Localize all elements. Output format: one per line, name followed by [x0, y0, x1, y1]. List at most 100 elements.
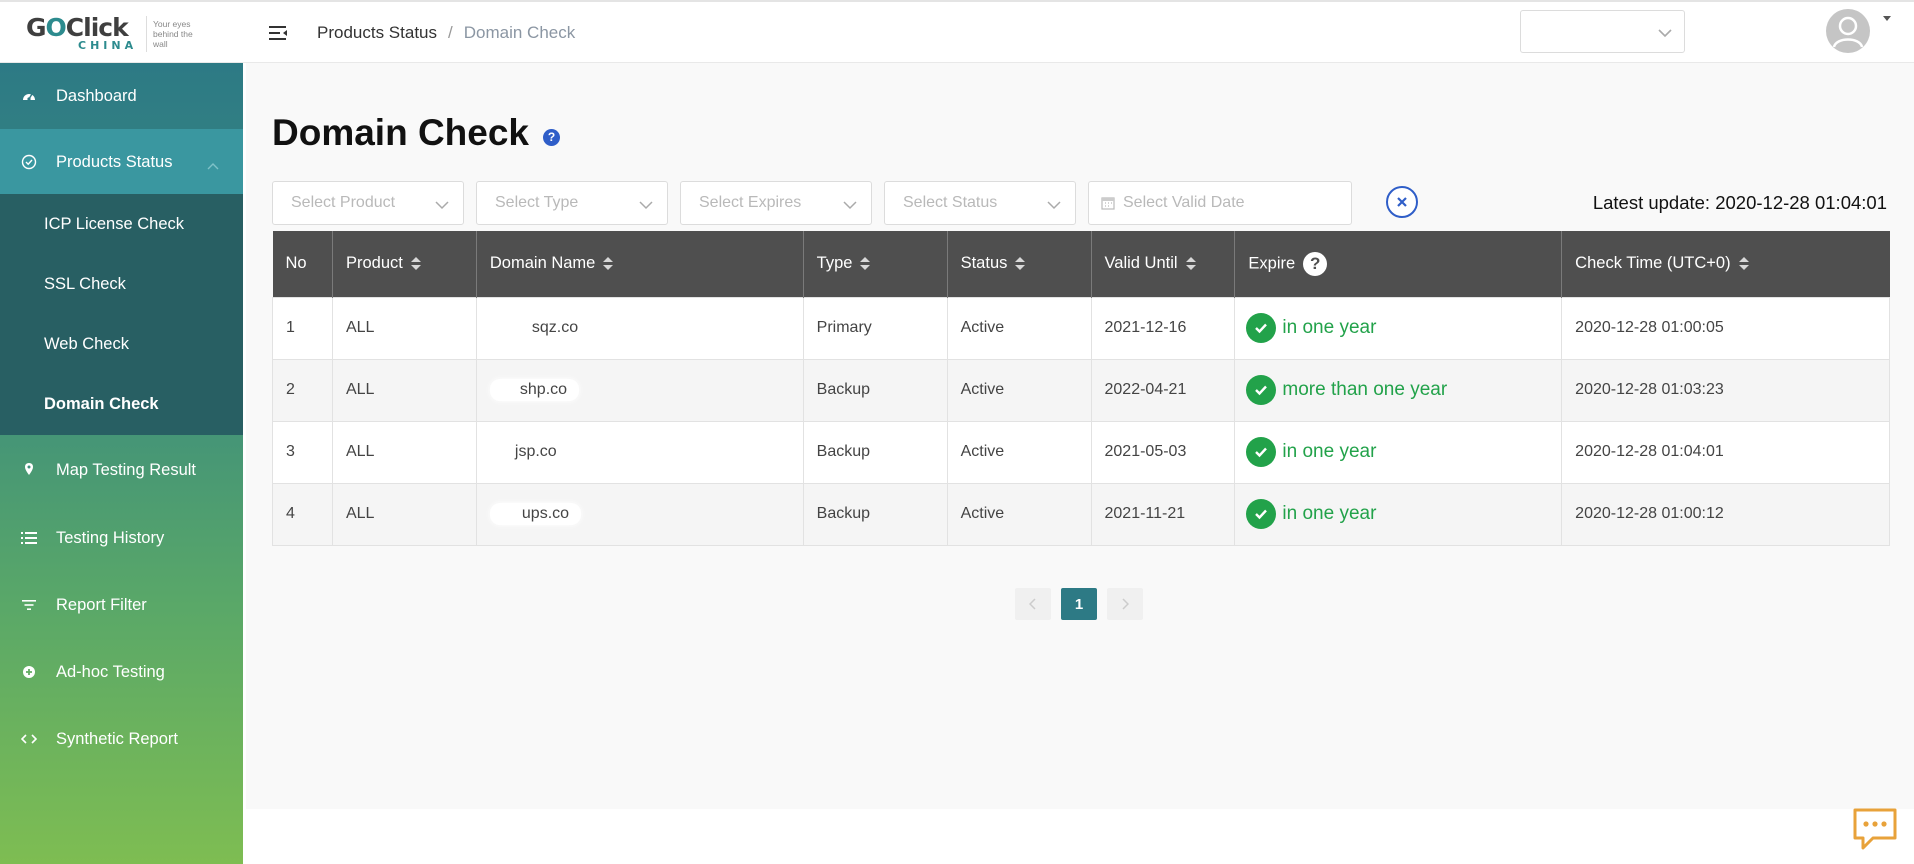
- column-header-product[interactable]: Product: [332, 231, 477, 297]
- select-status[interactable]: Select Status: [884, 181, 1076, 225]
- expire-text: more than one year: [1282, 379, 1448, 400]
- filter-icon: [21, 597, 37, 613]
- sidebar-item-label: Dashboard: [56, 86, 137, 105]
- logo-tagline: Your eyes behind the wall: [153, 19, 193, 49]
- sort-icon[interactable]: [1185, 256, 1196, 271]
- cell-status: Active: [946, 482, 1092, 546]
- chevron-down-icon: [1047, 197, 1061, 215]
- sort-icon[interactable]: [1738, 256, 1749, 271]
- map-pin-icon: [21, 462, 37, 478]
- column-header-domain-name[interactable]: Domain Name: [476, 231, 804, 297]
- cell-no: 2: [272, 358, 333, 422]
- clear-filters-button[interactable]: [1386, 186, 1418, 218]
- column-header-status[interactable]: Status: [947, 231, 1092, 297]
- domain-name: ups.co: [489, 503, 582, 525]
- check-icon: [1246, 313, 1277, 343]
- sidebar-item-testing-history[interactable]: Testing History: [0, 505, 243, 571]
- sidebar-item-dashboard[interactable]: Dashboard: [0, 63, 243, 129]
- expire-text: in one year: [1282, 503, 1377, 524]
- table-row: 1 ALL sqz.co Primary Active 2021-12-16 i…: [272, 296, 1890, 360]
- code-icon: [21, 731, 37, 747]
- sidebar-item-label: Ad-hoc Testing: [56, 662, 165, 681]
- cell-product: ALL: [331, 358, 477, 422]
- calendar-icon: [1101, 196, 1115, 210]
- logo-word-click: Click: [65, 13, 129, 42]
- table-row: 4 ALL ups.co Backup Active 2021-11-21 in…: [272, 482, 1890, 546]
- column-header-type[interactable]: Type: [803, 231, 948, 297]
- logo[interactable]: GOClick CHINA Your eyes behind the wall: [26, 13, 226, 54]
- page-title: Domain Check ?: [272, 112, 561, 154]
- sort-icon[interactable]: [603, 256, 614, 271]
- sidebar-item-label: Synthetic Report: [56, 729, 178, 748]
- cell-product: ALL: [331, 482, 477, 546]
- select-valid-date[interactable]: Select Valid Date: [1088, 181, 1352, 225]
- page-button-current[interactable]: 1: [1061, 588, 1097, 620]
- menu-toggle-icon[interactable]: [268, 23, 288, 43]
- table-header-row: No Product Domain Name Type Status Valid…: [272, 231, 1890, 297]
- column-header-label: Status: [960, 254, 1008, 273]
- cell-expire: in one year: [1234, 296, 1563, 360]
- chevron-up-icon: [207, 156, 219, 175]
- products-status-submenu: ICP License Check SSL Check Web Check Do…: [0, 194, 243, 435]
- cell-type: Backup: [802, 420, 948, 484]
- cell-domain: shp.co: [475, 358, 804, 422]
- column-header-label: Expire: [1248, 254, 1296, 273]
- user-icon: [1832, 16, 1864, 48]
- table-row: 2 ALL shp.co Backup Active 2022-04-21 mo…: [272, 358, 1890, 422]
- chevron-down-icon: [843, 197, 857, 215]
- column-header-check-time[interactable]: Check Time (UTC+0): [1561, 231, 1890, 297]
- cell-valid-until: 2022-04-21: [1090, 358, 1236, 422]
- sort-icon[interactable]: [860, 256, 871, 271]
- sidebar-item-ssl-check[interactable]: SSL Check: [0, 254, 243, 314]
- sidebar-item-domain-check[interactable]: Domain Check: [0, 374, 243, 434]
- cell-type: Primary: [802, 296, 948, 360]
- sidebar-item-report-filter[interactable]: Report Filter: [0, 572, 243, 638]
- cell-domain: ups.co: [475, 482, 804, 546]
- cell-no: 1: [272, 296, 333, 360]
- page-title-text: Domain Check: [272, 112, 530, 153]
- cell-expire: in one year: [1234, 482, 1563, 546]
- domain-name: shp.co: [489, 379, 580, 401]
- cell-check-time: 2020-12-28 01:00:12: [1561, 482, 1890, 546]
- column-header-valid-until[interactable]: Valid Until: [1091, 231, 1236, 297]
- help-icon[interactable]: ?: [1303, 251, 1328, 276]
- header-select[interactable]: [1520, 10, 1685, 53]
- cell-product: ALL: [331, 296, 477, 360]
- chevron-down-icon: [435, 197, 449, 215]
- select-type[interactable]: Select Type: [476, 181, 668, 225]
- avatar[interactable]: [1826, 9, 1870, 53]
- sidebar-item-synthetic-report[interactable]: Synthetic Report: [0, 706, 243, 772]
- next-page-button[interactable]: [1107, 588, 1143, 620]
- cell-no: 4: [272, 482, 333, 546]
- chat-icon[interactable]: [1851, 806, 1899, 852]
- check-icon: [1246, 499, 1277, 529]
- logo-subtitle: CHINA: [78, 39, 138, 52]
- cell-domain: jsp.co: [475, 420, 804, 484]
- sidebar-item-web-check[interactable]: Web Check: [0, 314, 243, 374]
- sort-icon[interactable]: [1015, 256, 1026, 271]
- help-icon[interactable]: ?: [543, 128, 561, 146]
- select-expires[interactable]: Select Expires: [680, 181, 872, 225]
- prev-page-button[interactable]: [1015, 588, 1051, 620]
- column-header-label: Valid Until: [1104, 254, 1178, 273]
- table-row: 3 ALL jsp.co Backup Active 2021-05-03 in…: [272, 420, 1890, 484]
- column-header-label: Product: [345, 254, 403, 273]
- expire-text: in one year: [1282, 441, 1377, 462]
- sidebar-item-label: Web Check: [44, 334, 129, 353]
- sidebar-item-ad-hoc-testing[interactable]: Ad-hoc Testing: [0, 639, 243, 705]
- cell-no: 3: [272, 420, 333, 484]
- sidebar-item-map-testing-result[interactable]: Map Testing Result: [0, 437, 243, 503]
- breadcrumb-current: Domain Check: [463, 23, 576, 42]
- sidebar-item-icp-license-check[interactable]: ICP License Check: [0, 194, 243, 254]
- breadcrumb-products-status[interactable]: Products Status: [317, 23, 437, 43]
- sidebar-item-products-status[interactable]: Products Status: [0, 129, 243, 195]
- select-product[interactable]: Select Product: [272, 181, 464, 225]
- logo-letter-g: G: [26, 13, 47, 42]
- domain-name: jsp.co: [514, 443, 557, 460]
- cell-check-time: 2020-12-28 01:03:23: [1561, 358, 1890, 422]
- column-header-no: No: [272, 231, 333, 297]
- latest-update: Latest update: 2020-12-28 01:04:01: [1592, 192, 1887, 213]
- check-icon: [1246, 437, 1277, 467]
- caret-down-icon[interactable]: [1883, 16, 1891, 21]
- sort-icon[interactable]: [410, 256, 421, 271]
